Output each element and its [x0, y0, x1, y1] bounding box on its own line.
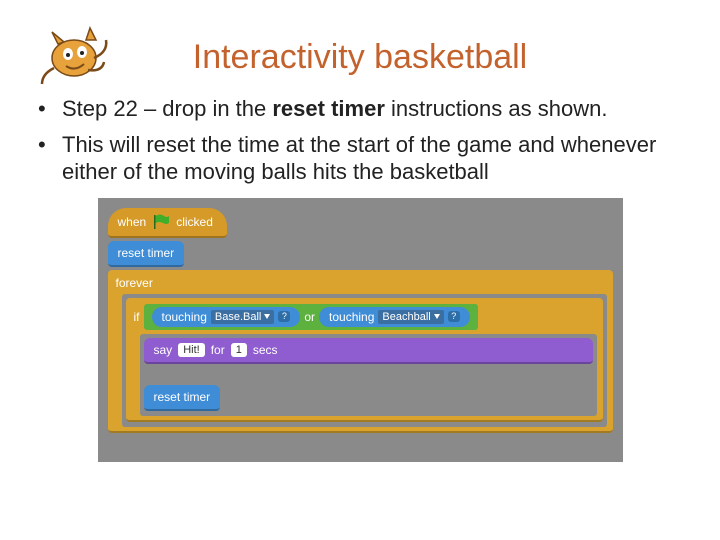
bullet-2: • This will reset the time at the start …	[38, 131, 682, 186]
touching-2-sprite: Beachball	[382, 311, 430, 323]
scratch-cat-icon	[30, 18, 110, 90]
if-label: if	[134, 310, 140, 324]
say-label: say	[154, 343, 173, 357]
touching-1-label: touching	[162, 310, 207, 324]
for-label: for	[211, 343, 225, 357]
touching-2-qmark: ?	[448, 311, 460, 322]
reset-timer-block: reset timer	[108, 241, 185, 267]
reset-timer-block-2: reset timer	[144, 385, 221, 411]
reset-timer-label: reset timer	[118, 246, 175, 260]
bullet-1: • Step 22 – drop in the reset timer inst…	[38, 95, 682, 123]
bullet-2-text: This will reset the time at the start of…	[62, 131, 682, 186]
forever-block: forever if touching Base.Ball	[108, 270, 613, 433]
dropdown-caret-icon	[264, 314, 270, 319]
page-title: Interactivity basketball	[38, 38, 682, 77]
or-label: or	[304, 310, 315, 324]
if-block: if touching Base.Ball ? or	[126, 298, 603, 422]
secs-number-input: 1	[231, 343, 247, 357]
hat-when-label: when	[118, 215, 147, 229]
bullet-1-text-b: instructions as shown.	[385, 96, 608, 121]
forever-label: forever	[114, 274, 607, 294]
bullet-list: • Step 22 – drop in the reset timer inst…	[38, 95, 682, 186]
touching-1-sprite: Base.Ball	[215, 311, 261, 323]
bullet-1-bold: reset timer	[272, 96, 385, 121]
reset-timer-2-label: reset timer	[154, 390, 211, 404]
bullet-1-text-a: Step 22 – drop in the	[62, 96, 272, 121]
say-for-secs-block: say Hit! for 1 secs	[144, 338, 593, 364]
touching-2-reporter: touching Beachball ?	[319, 307, 470, 327]
touching-1-dropdown: Base.Ball	[211, 310, 274, 324]
secs-label: secs	[253, 343, 278, 357]
touching-2-dropdown: Beachball	[378, 310, 443, 324]
touching-1-qmark: ?	[278, 311, 290, 322]
scratch-code-panel: when clicked reset timer forever if tou	[98, 198, 623, 462]
hat-when-flag-clicked-block: when clicked	[108, 208, 227, 238]
green-flag-icon	[152, 214, 170, 230]
touching-1-reporter: touching Base.Ball ?	[152, 307, 301, 327]
dropdown-caret-icon	[434, 314, 440, 319]
hat-clicked-label: clicked	[176, 215, 213, 229]
touching-2-label: touching	[329, 310, 374, 324]
say-message-input: Hit!	[178, 343, 205, 357]
